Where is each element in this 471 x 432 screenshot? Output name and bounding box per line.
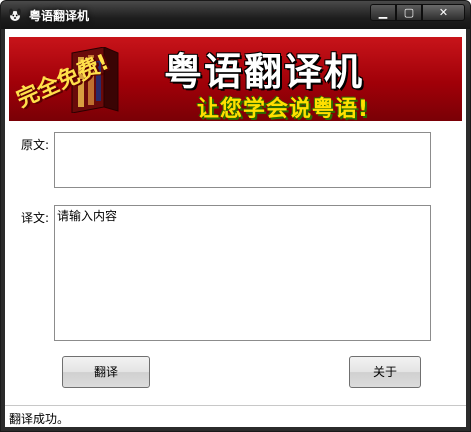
- status-text: 翻译成功。: [9, 412, 70, 426]
- translate-button[interactable]: 翻译: [62, 356, 150, 388]
- banner-title: 粤语翻译机: [164, 50, 365, 94]
- close-icon: ✕: [438, 6, 449, 19]
- app-window: 粤语翻译机 ▁ ▢ ✕ 完全免费! 粤语翻译机 让您学会说粤语! 原文: 译文:: [0, 0, 471, 432]
- minimize-button[interactable]: ▁: [370, 4, 396, 21]
- banner: 完全免费! 粤语翻译机 让您学会说粤语!: [9, 37, 462, 121]
- target-output[interactable]: 请输入内容: [54, 205, 431, 341]
- window-title: 粤语翻译机: [29, 9, 90, 23]
- source-label: 原文:: [21, 138, 50, 152]
- status-bar: 翻译成功。: [5, 405, 466, 427]
- target-label: 译文:: [21, 211, 50, 225]
- minimize-icon: ▁: [378, 6, 388, 19]
- banner-slogan: 让您学会说粤语!: [197, 97, 370, 121]
- close-button[interactable]: ✕: [422, 4, 465, 21]
- dog-icon[interactable]: [7, 7, 23, 23]
- client-area: 完全免费! 粤语翻译机 让您学会说粤语! 原文: 译文: 请输入内容 翻译 关于…: [5, 29, 466, 427]
- title-bar[interactable]: 粤语翻译机 ▁ ▢ ✕: [1, 1, 470, 29]
- maximize-icon: ▢: [403, 6, 415, 19]
- maximize-button[interactable]: ▢: [396, 4, 422, 21]
- source-input[interactable]: [54, 132, 431, 188]
- about-button[interactable]: 关于: [349, 356, 421, 388]
